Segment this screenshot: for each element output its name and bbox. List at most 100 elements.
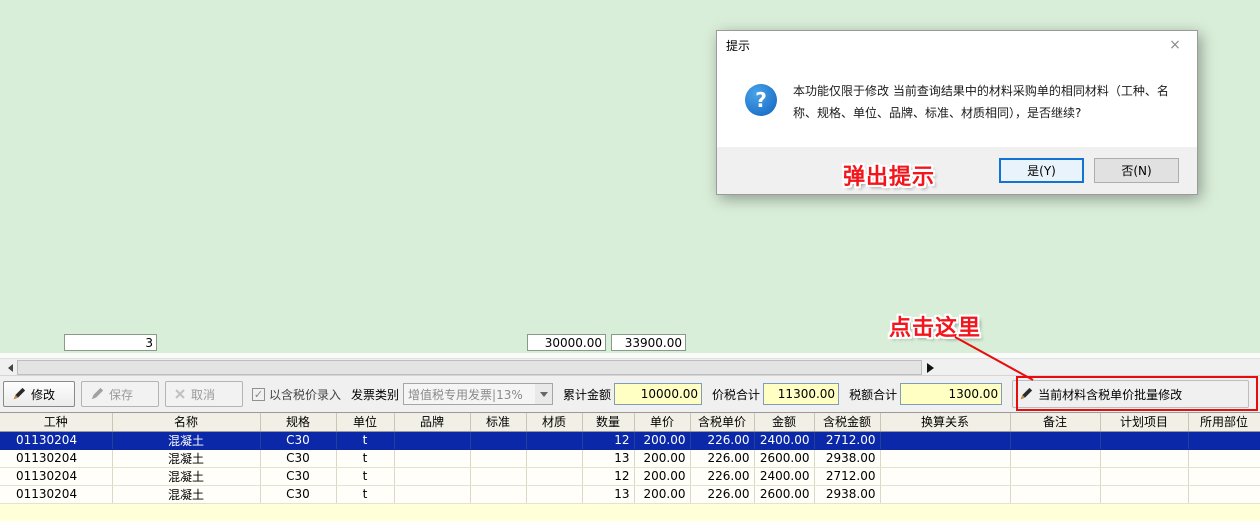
- cancel-button-label: 取消: [191, 386, 215, 403]
- invoice-type-select[interactable]: 增值税专用发票|13%: [403, 383, 553, 405]
- table-row[interactable]: 01130204混凝土C30t 12200.00226.002400.002712…: [0, 431, 1260, 449]
- column-header-0: 工种: [0, 413, 112, 431]
- cell[interactable]: [1010, 431, 1100, 449]
- cell[interactable]: [1188, 431, 1260, 449]
- column-header-11: 含税金额: [814, 413, 880, 431]
- cell[interactable]: [1100, 449, 1188, 467]
- summary-amount-field[interactable]: [527, 334, 606, 351]
- cell[interactable]: t: [336, 467, 394, 485]
- cell[interactable]: 混凝土: [112, 449, 260, 467]
- column-header-1: 名称: [112, 413, 260, 431]
- cell[interactable]: C30: [260, 449, 336, 467]
- cell[interactable]: 01130204: [0, 431, 112, 449]
- modify-button[interactable]: 修改: [3, 381, 75, 407]
- cell[interactable]: [470, 467, 526, 485]
- tax-total-label: 税额合计: [849, 386, 897, 403]
- cell[interactable]: 混凝土: [112, 431, 260, 449]
- cell[interactable]: [880, 485, 1010, 503]
- cell[interactable]: [526, 449, 582, 467]
- yes-button[interactable]: 是(Y): [999, 158, 1084, 183]
- cell[interactable]: [470, 485, 526, 503]
- cell[interactable]: [1010, 449, 1100, 467]
- cell[interactable]: 2938.00: [814, 485, 880, 503]
- cell[interactable]: 226.00: [690, 431, 754, 449]
- cell[interactable]: C30: [260, 485, 336, 503]
- tax-price-entry-checkbox[interactable]: ✓ 以含税价录入: [252, 386, 341, 403]
- cell[interactable]: 2600.00: [754, 449, 814, 467]
- cell[interactable]: 13: [582, 449, 634, 467]
- cell[interactable]: t: [336, 485, 394, 503]
- cell[interactable]: 2938.00: [814, 449, 880, 467]
- column-header-2: 规格: [260, 413, 336, 431]
- cell[interactable]: 混凝土: [112, 485, 260, 503]
- dialog-titlebar[interactable]: 提示: [717, 31, 1197, 59]
- cell[interactable]: [394, 431, 470, 449]
- cell[interactable]: 01130204: [0, 449, 112, 467]
- cell[interactable]: 13: [582, 485, 634, 503]
- cell[interactable]: 226.00: [690, 467, 754, 485]
- cell[interactable]: 01130204: [0, 485, 112, 503]
- price-tax-total-field[interactable]: [763, 383, 839, 405]
- cell[interactable]: 2600.00: [754, 485, 814, 503]
- cell[interactable]: [394, 485, 470, 503]
- column-header-5: 标准: [470, 413, 526, 431]
- table-row[interactable]: 01130204混凝土C30t 13200.00226.002600.002938…: [0, 485, 1260, 503]
- summary-tax-amount-field[interactable]: [611, 334, 686, 351]
- cell[interactable]: [394, 467, 470, 485]
- column-header-14: 计划项目: [1100, 413, 1188, 431]
- cell[interactable]: [880, 449, 1010, 467]
- scroll-right-button[interactable]: [924, 359, 941, 376]
- table-row[interactable]: 01130204混凝土C30t 13200.00226.002600.002938…: [0, 449, 1260, 467]
- cell[interactable]: [1100, 431, 1188, 449]
- cell[interactable]: [526, 431, 582, 449]
- cell[interactable]: 2400.00: [754, 431, 814, 449]
- cell[interactable]: 2712.00: [814, 467, 880, 485]
- horizontal-scrollbar[interactable]: [0, 358, 1260, 375]
- cell[interactable]: 200.00: [634, 485, 690, 503]
- no-button[interactable]: 否(N): [1094, 158, 1179, 183]
- cell[interactable]: [1188, 467, 1260, 485]
- cell[interactable]: t: [336, 431, 394, 449]
- save-button[interactable]: 保存: [81, 381, 159, 407]
- cumulative-amount-field[interactable]: [614, 383, 702, 405]
- cell[interactable]: [470, 449, 526, 467]
- cell[interactable]: 混凝土: [112, 467, 260, 485]
- scroll-left-button[interactable]: [0, 359, 17, 376]
- cell[interactable]: [1100, 467, 1188, 485]
- cell[interactable]: [1010, 485, 1100, 503]
- column-header-9: 含税单价: [690, 413, 754, 431]
- cell[interactable]: 12: [582, 431, 634, 449]
- cell[interactable]: [1100, 485, 1188, 503]
- cell[interactable]: [880, 467, 1010, 485]
- cell[interactable]: 226.00: [690, 449, 754, 467]
- cancel-icon: [174, 388, 186, 400]
- cell[interactable]: 12: [582, 467, 634, 485]
- close-icon[interactable]: ×: [1153, 31, 1197, 59]
- batch-modify-button[interactable]: 当前材料含税单价批量修改: [1012, 380, 1249, 408]
- cell[interactable]: [394, 449, 470, 467]
- cell[interactable]: 200.00: [634, 467, 690, 485]
- cell[interactable]: [1188, 449, 1260, 467]
- tax-total-field[interactable]: [900, 383, 1002, 405]
- cell[interactable]: [526, 485, 582, 503]
- column-header-4: 品牌: [394, 413, 470, 431]
- cell[interactable]: [1010, 467, 1100, 485]
- annotation-arrow-line: [945, 334, 1045, 384]
- cell[interactable]: 226.00: [690, 485, 754, 503]
- cell[interactable]: 01130204: [0, 467, 112, 485]
- cell[interactable]: 2712.00: [814, 431, 880, 449]
- cell[interactable]: [526, 467, 582, 485]
- cell[interactable]: [1188, 485, 1260, 503]
- cell[interactable]: 200.00: [634, 431, 690, 449]
- cancel-button[interactable]: 取消: [165, 381, 243, 407]
- cell[interactable]: 200.00: [634, 449, 690, 467]
- cell[interactable]: [470, 431, 526, 449]
- cell[interactable]: 2400.00: [754, 467, 814, 485]
- summary-count-field[interactable]: [64, 334, 157, 351]
- cell[interactable]: [880, 431, 1010, 449]
- cell[interactable]: C30: [260, 467, 336, 485]
- cell[interactable]: C30: [260, 431, 336, 449]
- scrollbar-thumb[interactable]: [17, 360, 922, 375]
- cell[interactable]: t: [336, 449, 394, 467]
- table-row[interactable]: 01130204混凝土C30t 12200.00226.002400.002712…: [0, 467, 1260, 485]
